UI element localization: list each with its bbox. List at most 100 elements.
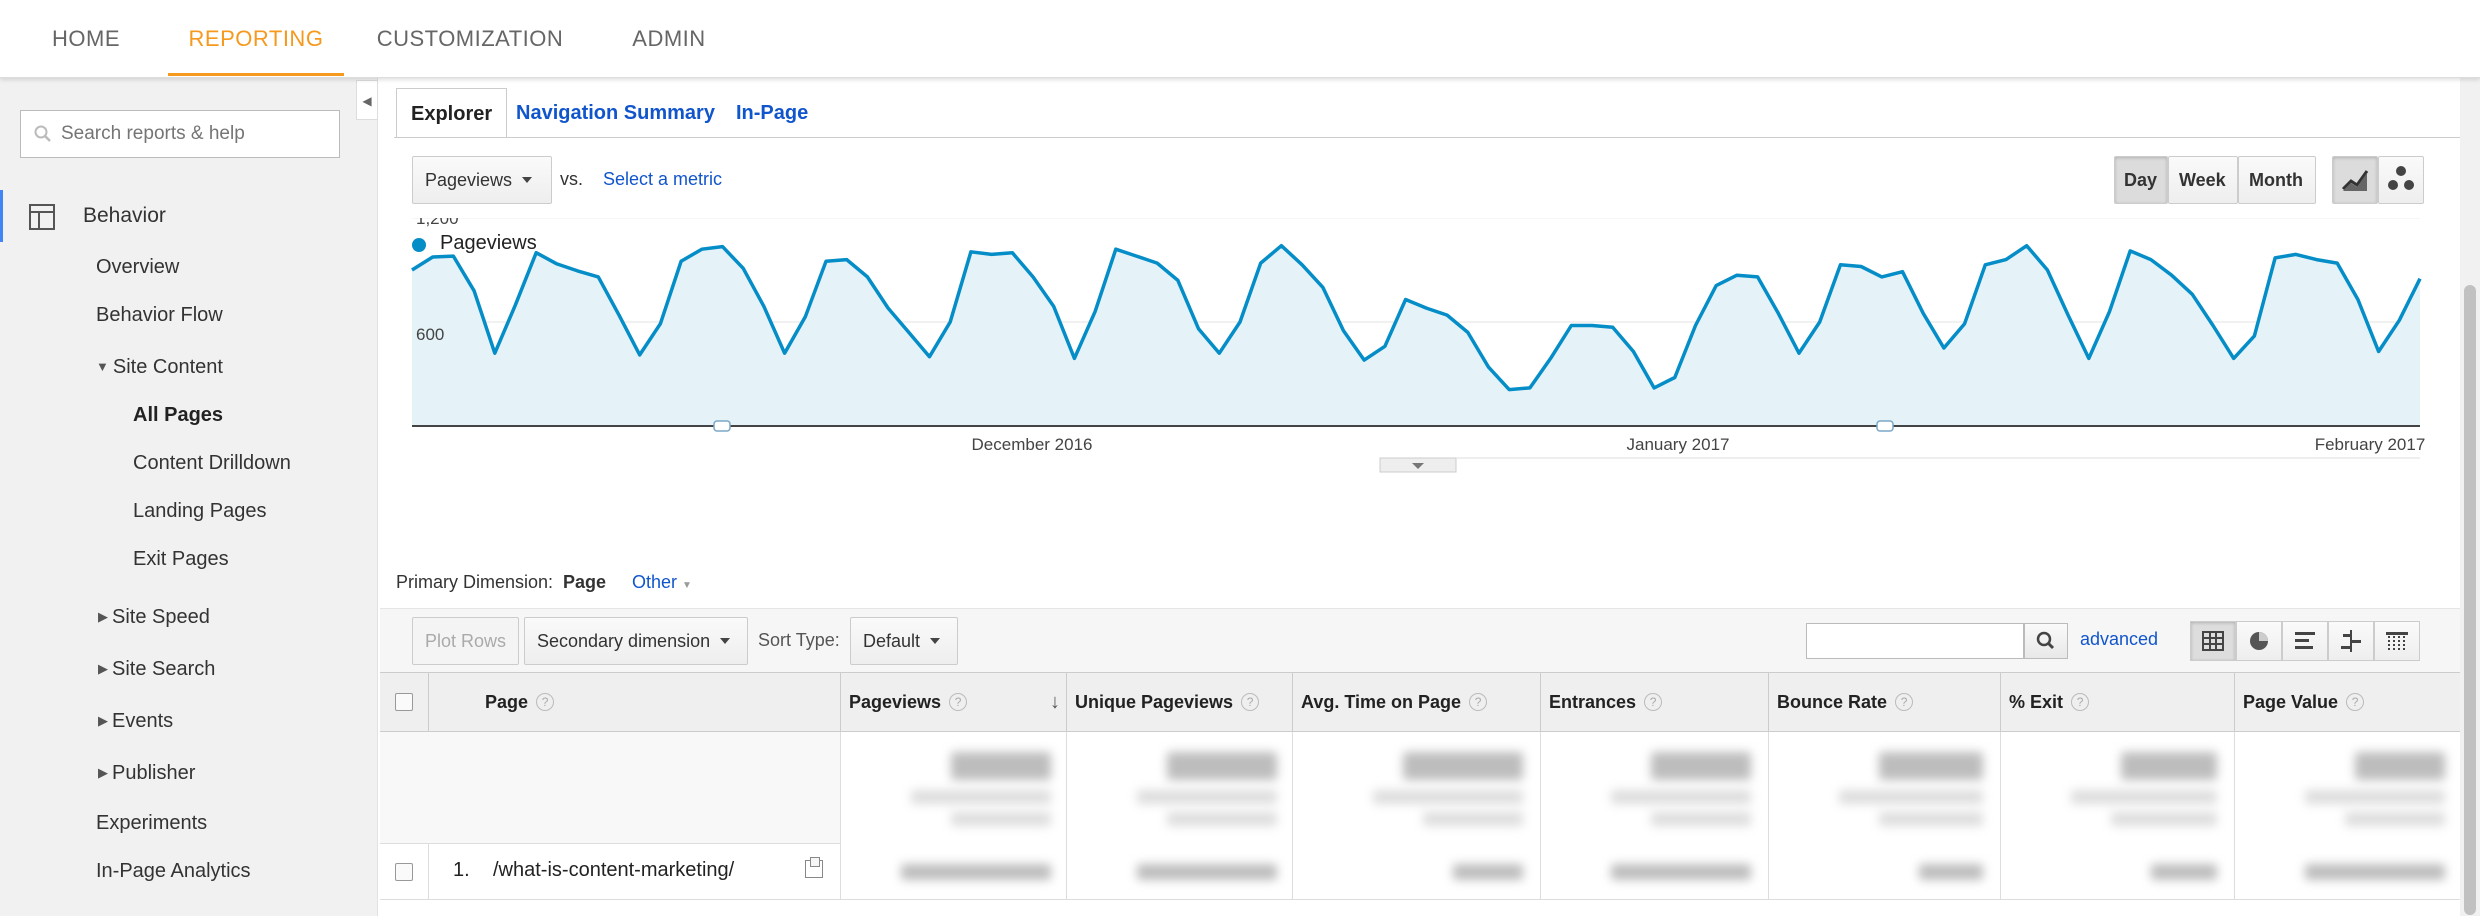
tab-explorer[interactable]: Explorer (396, 88, 508, 138)
sidebar-item-label: Site Speed (112, 606, 210, 628)
secondary-dimension-dropdown[interactable]: Secondary dimension (524, 617, 748, 665)
help-icon[interactable]: ? (2346, 693, 2365, 711)
table-view-data-button[interactable] (2190, 621, 2236, 661)
sort-type-dropdown[interactable]: Default (850, 617, 958, 665)
select-all-checkbox-cell (380, 673, 428, 731)
line-chart-button[interactable] (2332, 156, 2378, 204)
nav-home[interactable]: HOME (28, 0, 144, 76)
blurred-caption (2345, 812, 2445, 826)
column-header-pageviews[interactable]: Pageviews? ↓ (840, 673, 1066, 733)
nav-customization[interactable]: CUSTOMIZATION (368, 0, 572, 76)
help-icon[interactable]: ? (949, 693, 968, 711)
help-icon[interactable]: ? (1644, 693, 1663, 711)
select-metric-link[interactable]: Select a metric (603, 169, 722, 190)
blurred-caption (1611, 790, 1751, 804)
column-header-unique-pageviews[interactable]: Unique Pageviews? (1066, 673, 1292, 733)
help-icon[interactable]: ? (1469, 693, 1488, 711)
chevron-left-icon: ◀ (362, 94, 372, 108)
blurred-caption (1839, 790, 1983, 804)
table-row: 1. /what-is-content-marketing/ (380, 844, 2460, 900)
vs-label: vs. (560, 169, 584, 189)
tab-navigation-summary[interactable]: Navigation Summary (502, 88, 729, 138)
tab-in-page[interactable]: In-Page (722, 88, 822, 138)
column-header-avg-time-on-page[interactable]: Avg. Time on Page? (1292, 673, 1540, 733)
nav-reporting[interactable]: REPORTING (168, 0, 344, 76)
column-header-exit[interactable]: % Exit? (2000, 673, 2234, 733)
motion-chart-button[interactable] (2378, 156, 2424, 204)
sidebar-item-in-page-analytics[interactable]: In-Page Analytics (96, 860, 251, 883)
blurred-caption (1137, 790, 1277, 804)
sidebar-item-exit-pages[interactable]: Exit Pages (133, 548, 229, 571)
sidebar-item-landing-pages[interactable]: Landing Pages (133, 500, 266, 523)
series-area (412, 245, 2420, 426)
column-header-page-value[interactable]: Page Value? (2234, 673, 2460, 733)
bubble-chart-icon (2388, 166, 2414, 190)
table-toolbar: Plot Rows Secondary dimension Sort Type:… (380, 608, 2460, 672)
other-dimension-link[interactable]: Other ▼ (632, 572, 692, 593)
open-external-icon[interactable] (805, 857, 823, 878)
x-tick-label: December 2016 (972, 435, 1093, 454)
blurred-caption (951, 812, 1051, 826)
triangle-down-icon: ▼ (96, 359, 109, 374)
x-tick-label: January 2017 (1626, 435, 1729, 454)
triangle-right-icon: ▶ (98, 609, 108, 624)
select-all-checkbox[interactable] (395, 693, 413, 711)
search-icon (34, 125, 51, 142)
table-view-pivot-button[interactable] (2374, 621, 2420, 661)
sidebar-item-publisher[interactable]: ▶ Publisher (98, 762, 195, 785)
granularity-day-button[interactable]: Day (2114, 156, 2168, 204)
table-view-comparison-button[interactable] (2328, 621, 2374, 661)
plot-rows-button[interactable]: Plot Rows (412, 617, 520, 665)
exit-cell (2000, 844, 2234, 900)
row-index: 1. (453, 859, 470, 881)
advanced-filter-link[interactable]: advanced (2080, 629, 2158, 650)
column-header-label: Bounce Rate (1777, 692, 1888, 712)
metric-dropdown[interactable]: Pageviews (412, 156, 552, 204)
nav-admin[interactable]: ADMIN (612, 0, 726, 76)
blurred-value (1919, 864, 1983, 880)
column-header-bounce-rate[interactable]: Bounce Rate? (1768, 673, 2000, 733)
column-header-entrances[interactable]: Entrances? (1540, 673, 1768, 733)
scrollbar-thumb[interactable] (2464, 285, 2476, 915)
sidebar-item-all-pages[interactable]: All Pages (133, 404, 223, 427)
blurred-value (2355, 752, 2445, 780)
granularity-week-button[interactable]: Week (2168, 156, 2238, 204)
sidebar-item-site-speed[interactable]: ▶ Site Speed (98, 606, 210, 629)
blurred-value (2121, 752, 2217, 780)
sidebar-item-site-content[interactable]: ▼ Site Content (96, 356, 223, 379)
page-path-link[interactable]: /what-is-content-marketing/ (493, 859, 734, 882)
help-icon[interactable]: ? (1241, 693, 1260, 711)
summary-cell (2000, 732, 2234, 844)
blurred-caption (2305, 790, 2445, 804)
row-checkbox[interactable] (395, 863, 413, 881)
summary-cell (1066, 732, 1292, 844)
main-content: Explorer Navigation Summary In-Page Page… (380, 78, 2460, 916)
search-input[interactable] (61, 111, 331, 157)
sort-descending-icon: ↓ (1050, 691, 1060, 713)
help-icon[interactable]: ? (536, 693, 555, 711)
collapse-sidebar-handle[interactable]: ◀ (356, 80, 378, 120)
help-icon[interactable]: ? (1895, 693, 1914, 711)
blurred-caption (1373, 790, 1523, 804)
table-view-performance-button[interactable] (2282, 621, 2328, 661)
column-header-page[interactable]: Page? (428, 673, 840, 733)
summary-cell (1540, 732, 1768, 844)
sidebar-item-content-drilldown[interactable]: Content Drilldown (133, 452, 291, 475)
sidebar-item-site-search[interactable]: ▶ Site Search (98, 658, 215, 681)
table-view-pie-button[interactable] (2236, 621, 2282, 661)
sort-type-value: Default (863, 631, 921, 651)
table-search-button[interactable] (2024, 623, 2068, 659)
search-reports-box[interactable] (20, 110, 340, 158)
sidebar-item-behavior-flow[interactable]: Behavior Flow (96, 304, 223, 327)
granularity-month-button[interactable]: Month (2238, 156, 2316, 204)
table-search-input[interactable] (1806, 623, 2024, 659)
sidebar-section-behavior[interactable]: Behavior (0, 190, 370, 242)
sidebar-item-events[interactable]: ▶ Events (98, 710, 173, 733)
sidebar-item-overview[interactable]: Overview (96, 256, 179, 279)
help-icon[interactable]: ? (2071, 693, 2090, 711)
comparison-icon (2341, 630, 2361, 652)
blurred-caption (1167, 812, 1277, 826)
sidebar-item-experiments[interactable]: Experiments (96, 812, 207, 835)
sidebar-item-label: Site Search (112, 658, 216, 680)
avg-time-cell (1292, 844, 1540, 900)
